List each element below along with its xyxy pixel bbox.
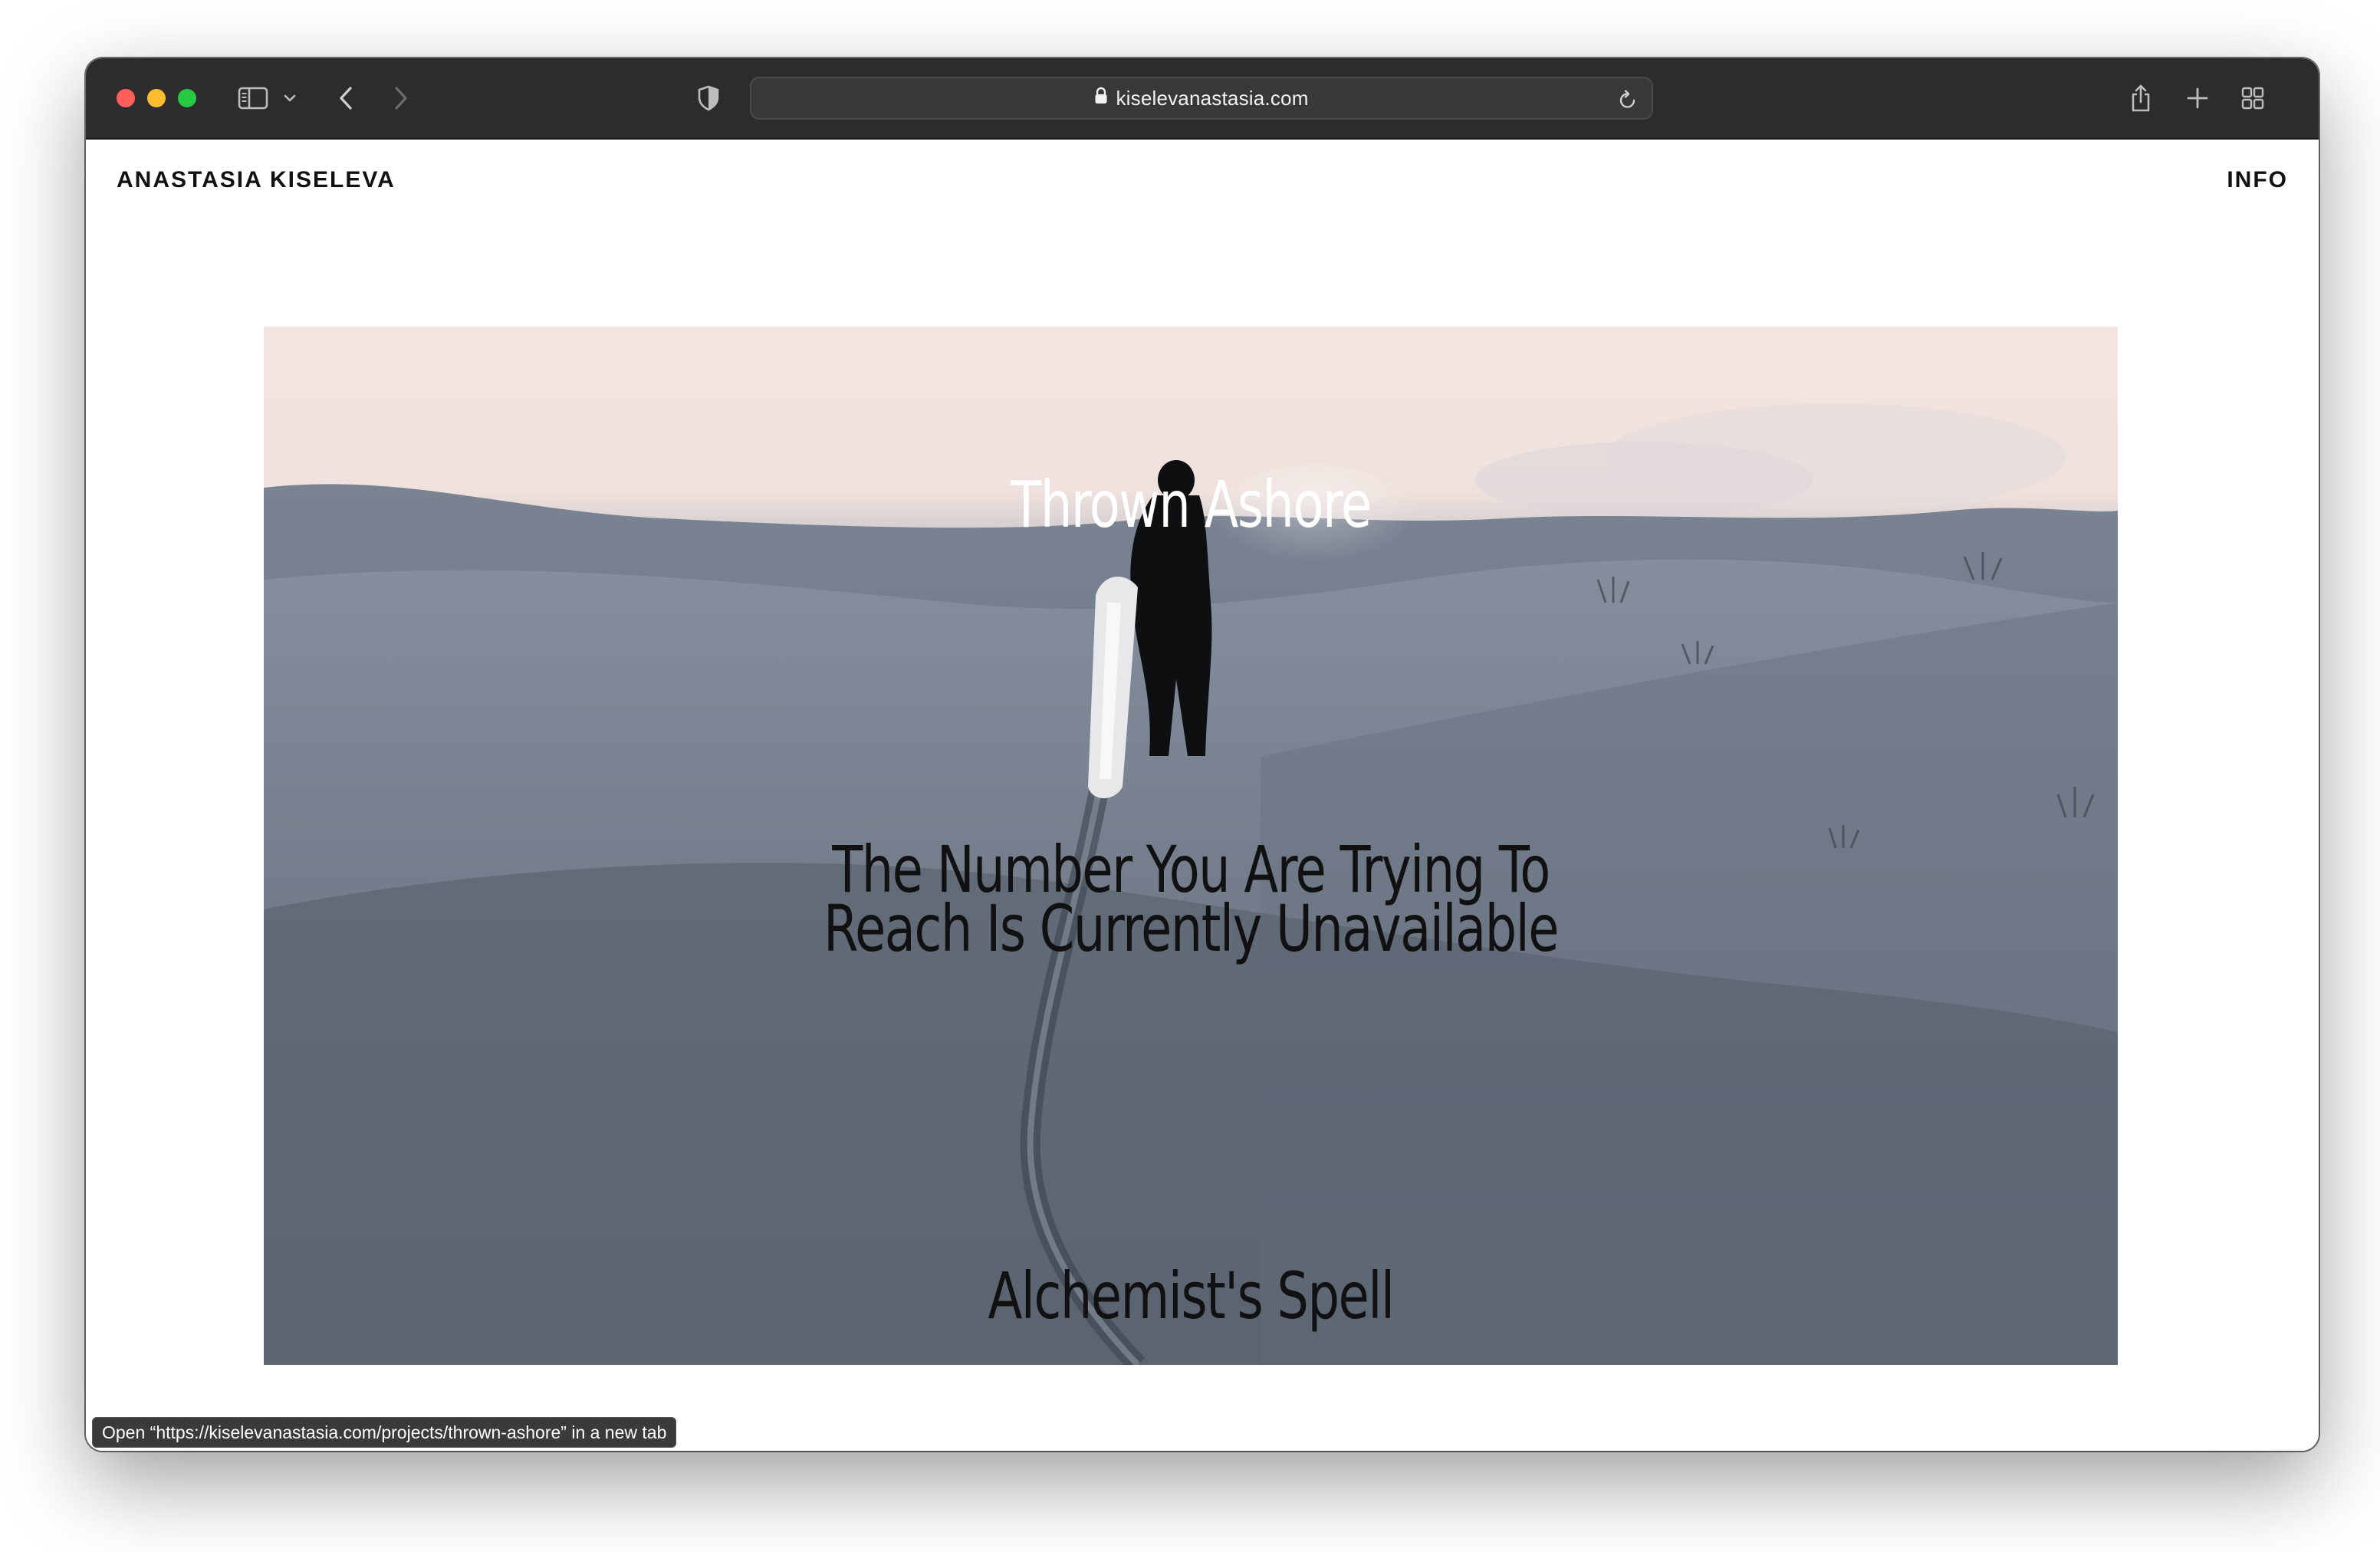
sidebar-toggle-icon[interactable] bbox=[236, 78, 270, 118]
project-link-alchemists-spell[interactable]: Alchemist's Spell bbox=[468, 1264, 1914, 1328]
project-link-thrown-ashore[interactable]: Thrown Ashore bbox=[468, 472, 1914, 537]
nav-info-link[interactable]: INFO bbox=[2227, 167, 2288, 193]
address-bar[interactable]: kiselevanastasia.com bbox=[750, 77, 1653, 120]
page-content: ANASTASIA KISELEVA INFO Thrown Ashore Th… bbox=[86, 140, 2319, 1451]
zoom-window-button[interactable] bbox=[178, 89, 196, 107]
back-arrow-icon[interactable] bbox=[333, 78, 360, 118]
share-icon[interactable] bbox=[2125, 78, 2156, 118]
project-hero-image[interactable]: Thrown Ashore The Number You Are Trying … bbox=[264, 327, 2118, 1365]
privacy-shield-icon[interactable] bbox=[695, 78, 722, 118]
close-window-button[interactable] bbox=[117, 89, 135, 107]
tab-overview-grid-icon[interactable] bbox=[2237, 78, 2268, 118]
browser-window: kiselevanastasia.com ANASTASIA KISELEVA … bbox=[86, 58, 2319, 1451]
browser-toolbar: kiselevanastasia.com bbox=[86, 58, 2319, 140]
url-text: kiselevanastasia.com bbox=[1116, 86, 1309, 110]
chevron-down-icon[interactable] bbox=[281, 78, 299, 118]
site-title[interactable]: ANASTASIA KISELEVA bbox=[117, 167, 396, 193]
reload-icon[interactable] bbox=[1618, 89, 1638, 114]
minimize-window-button[interactable] bbox=[147, 89, 166, 107]
lock-icon bbox=[1094, 87, 1108, 110]
forward-arrow-icon[interactable] bbox=[386, 78, 414, 118]
new-tab-plus-icon[interactable] bbox=[2182, 78, 2213, 118]
project-title-line: Reach Is Currently Unavailable bbox=[823, 891, 1560, 967]
link-status-bar: Open “https://kiselevanastasia.com/proje… bbox=[92, 1417, 677, 1448]
project-link-number-unavailable[interactable]: The Number You Are Trying To Reach Is Cu… bbox=[468, 837, 1914, 967]
